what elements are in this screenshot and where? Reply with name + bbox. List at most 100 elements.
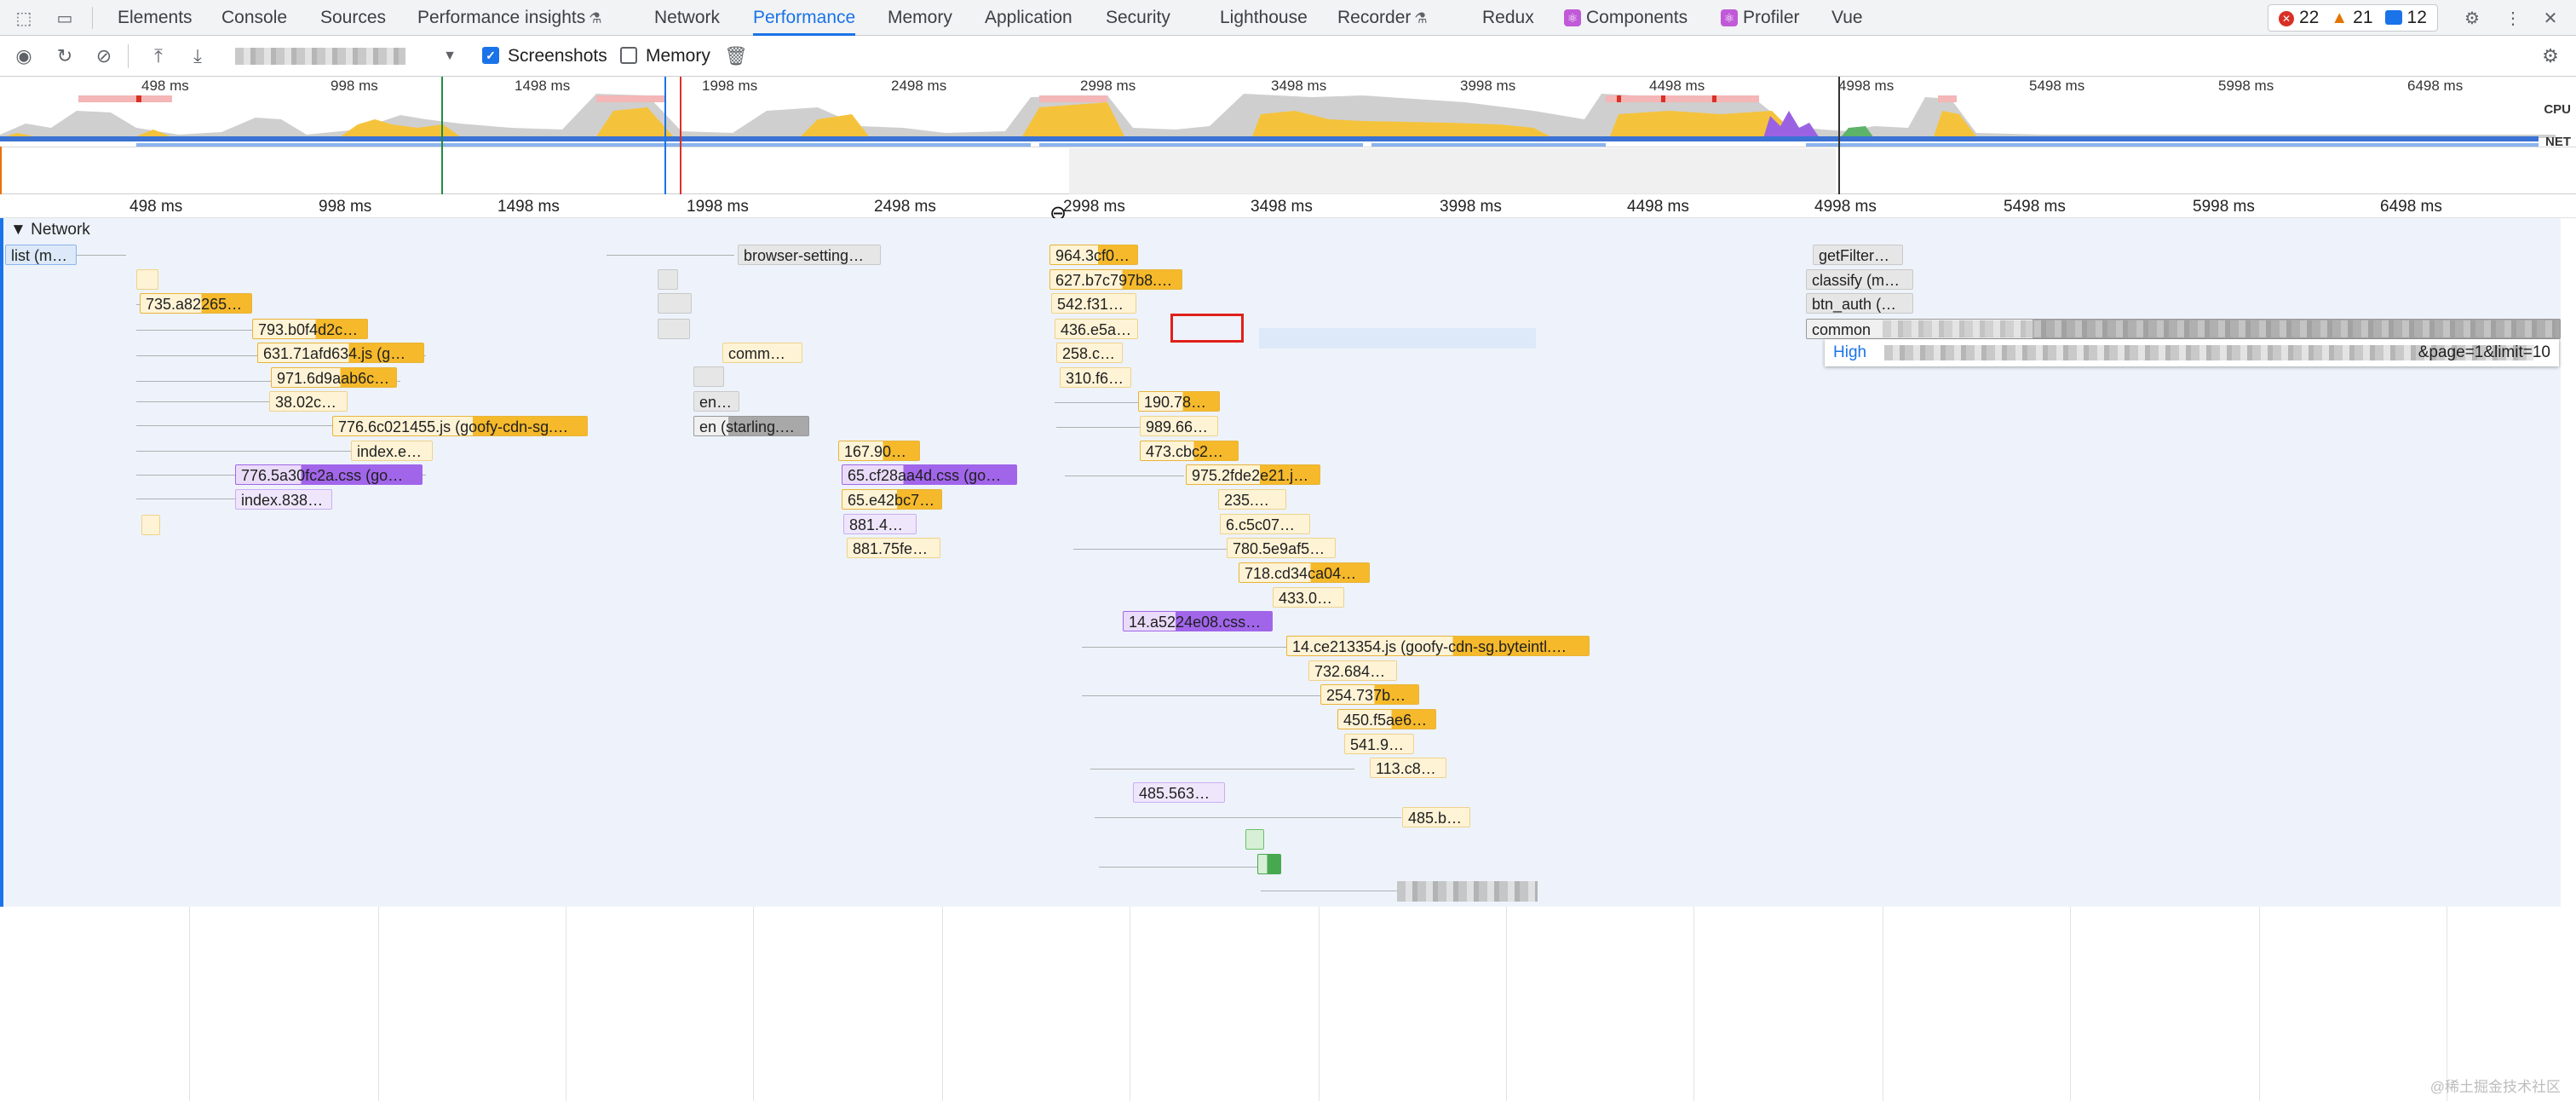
tab-profiler[interactable]: ⚛ Profiler [1721, 0, 1800, 36]
request-bar[interactable]: 732.684… [1308, 660, 1397, 681]
request-bar[interactable]: getFilter… [1813, 245, 1903, 265]
tab-performance-insights[interactable]: Performance insights ⚗ [417, 0, 602, 36]
upload-icon[interactable]: ⤒ [147, 44, 170, 68]
request-bar[interactable]: index.e… [351, 441, 433, 461]
request-bar[interactable] [1245, 829, 1264, 850]
request-bar[interactable]: 541.9… [1344, 734, 1414, 754]
tab-application[interactable]: Application [985, 0, 1072, 36]
request-bar[interactable]: 38.02c… [269, 391, 348, 412]
tab-redux[interactable]: Redux [1482, 0, 1534, 36]
tab-components[interactable]: ⚛ Components [1564, 0, 1688, 36]
request-bar[interactable]: 485.b… [1402, 807, 1470, 827]
request-bar[interactable]: 65.cf28aa4d.css (go… [842, 464, 1017, 485]
request-bar[interactable]: btn_auth (… [1806, 293, 1913, 314]
watermark: @稀土掘金技术社区 [2429, 1079, 2561, 1095]
request-bar[interactable]: 14.ce213354.js (goofy-cdn-sg.byteintl.… [1286, 636, 1590, 656]
issues-counter[interactable]: ✕ 22 ▲ 21 12 [2268, 4, 2438, 32]
more-menu-icon[interactable]: ⋮ [2501, 6, 2525, 30]
request-bar[interactable]: 735.a82265… [140, 293, 252, 314]
request-wait-line [1056, 427, 1141, 428]
net-track-label: NET [2545, 135, 2571, 149]
network-track-header[interactable]: ▼ Network [10, 221, 90, 239]
request-bar[interactable]: 310.f6… [1060, 367, 1131, 388]
request-bar[interactable] [658, 319, 690, 339]
request-bar[interactable]: 113.c8… [1370, 758, 1446, 778]
request-bar[interactable]: 235.… [1218, 489, 1286, 510]
request-bar[interactable]: 436.e5a… [1055, 319, 1138, 339]
ruler-tick: 3998 ms [1440, 198, 1502, 216]
tab-sources[interactable]: Sources [320, 0, 386, 36]
settings-gear-icon[interactable]: ⚙ [2460, 6, 2484, 30]
request-bar[interactable] [658, 293, 692, 314]
message-count-value: 12 [2406, 8, 2427, 27]
request-bar[interactable]: 776.6c021455.js (goofy-cdn-sg.… [332, 416, 588, 436]
request-bar[interactable]: 718.cd34ca04… [1239, 562, 1370, 583]
request-bar[interactable]: 485.563… [1133, 782, 1225, 803]
tab-profiler-label: Profiler [1743, 8, 1800, 27]
tab-vue[interactable]: Vue [1831, 0, 1863, 36]
request-bar[interactable] [136, 269, 158, 290]
close-icon[interactable]: ✕ [2539, 6, 2562, 30]
tab-security[interactable]: Security [1106, 0, 1170, 36]
redacted-request-bar[interactable] [1397, 881, 1538, 902]
tab-recorder[interactable]: Recorder ⚗ [1337, 0, 1428, 36]
tab-lighthouse[interactable]: Lighthouse [1220, 0, 1308, 36]
request-bar[interactable]: 433.0… [1273, 587, 1344, 608]
tab-elements[interactable]: Elements [118, 0, 193, 36]
request-bar[interactable]: 6.c5c07… [1220, 514, 1310, 534]
request-bar[interactable]: 542.f31… [1051, 293, 1136, 314]
download-icon[interactable]: ⤓ [186, 44, 210, 68]
clear-icon[interactable]: ⊘ [92, 44, 116, 68]
overview-tick: 498 ms [141, 78, 189, 94]
request-bar[interactable] [658, 269, 678, 290]
capture-settings-gear-icon[interactable]: ⚙ [2539, 44, 2562, 68]
request-bar[interactable]: 964.3cf0… [1049, 245, 1138, 265]
request-bar[interactable]: 780.5e9af5… [1227, 538, 1336, 558]
request-bar[interactable]: 258.c… [1056, 343, 1123, 363]
request-bar[interactable]: 989.66… [1140, 416, 1218, 436]
request-bar[interactable] [1257, 854, 1281, 874]
request-bar[interactable]: 776.5a30fc2a.css (go… [235, 464, 423, 485]
request-bar[interactable]: comm… [722, 343, 802, 363]
request-bar[interactable]: 65.e42bc7… [842, 489, 942, 510]
request-bar[interactable] [693, 366, 724, 387]
request-bar[interactable]: 881.75fe… [847, 538, 940, 558]
screenshots-checkbox[interactable]: ✓ [482, 47, 499, 64]
request-bar[interactable] [141, 515, 160, 535]
chevron-down-icon[interactable]: ▼ [438, 44, 462, 68]
record-icon[interactable]: ◉ [12, 44, 36, 68]
tab-memory[interactable]: Memory [888, 0, 952, 36]
trash-icon[interactable]: 🗑 [724, 44, 748, 68]
device-toolbar-icon[interactable]: ▭ [53, 6, 77, 30]
recording-selector-redacted[interactable] [235, 48, 405, 65]
overview-tick: 3498 ms [1271, 78, 1327, 94]
inspect-element-icon[interactable]: ⬚ [12, 6, 36, 30]
request-bar[interactable]: 627.b7c797b8.… [1049, 269, 1182, 290]
request-bar[interactable]: classify (m… [1806, 269, 1913, 290]
request-bar[interactable]: 190.78… [1138, 391, 1220, 412]
tab-network[interactable]: Network [654, 0, 720, 36]
request-bar[interactable]: 631.71afd634.js (g… [257, 343, 424, 363]
memory-checkbox[interactable] [620, 47, 637, 64]
request-bar[interactable]: 975.2fde2e21.j… [1186, 464, 1320, 485]
react-icon: ⚛ [1564, 9, 1581, 26]
request-bar[interactable]: 450.f5ae6… [1337, 709, 1436, 729]
request-bar[interactable]: index.838… [235, 489, 332, 510]
request-bar[interactable]: 793.b0f4d2c… [252, 319, 368, 339]
request-bar[interactable]: en (starling.… [693, 416, 809, 436]
request-bar[interactable]: 881.4… [843, 514, 917, 534]
tab-console[interactable]: Console [221, 0, 287, 36]
request-bar[interactable]: en… [693, 391, 739, 412]
overview-tick: 2498 ms [891, 78, 947, 94]
reload-record-icon[interactable]: ↻ [53, 44, 77, 68]
request-bar[interactable]: 971.6d9aab6c… [271, 367, 397, 388]
request-bar[interactable]: 473.cbc2… [1140, 441, 1239, 461]
request-bar[interactable]: 14.a5224e08.css… [1123, 611, 1273, 631]
request-bar[interactable]: browser-setting… [738, 245, 881, 265]
warning-icon: ▲ [2331, 9, 2349, 27]
request-bar[interactable]: 167.90… [838, 441, 920, 461]
ruler-tick: 998 ms [319, 198, 372, 216]
request-bar[interactable]: list (m… [5, 245, 77, 265]
tab-performance[interactable]: Performance [753, 0, 856, 36]
request-bar[interactable]: 254.737b… [1320, 684, 1419, 705]
